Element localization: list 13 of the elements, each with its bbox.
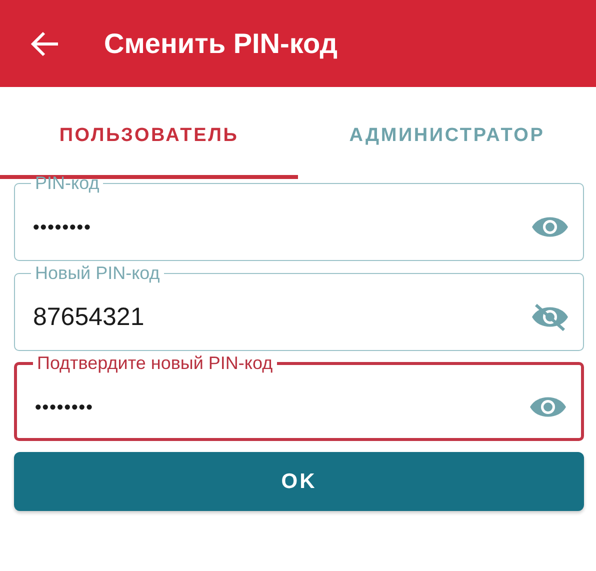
- back-button[interactable]: [30, 30, 60, 56]
- field-label: Новый PIN-код: [34, 263, 161, 284]
- visibility-toggle[interactable]: [531, 303, 569, 331]
- back-arrow-icon: [30, 30, 60, 56]
- field-value: ••••••••: [33, 216, 92, 238]
- ok-button[interactable]: OK: [14, 452, 584, 511]
- eye-slash-icon: [531, 303, 569, 331]
- field-value: 87654321: [33, 302, 144, 332]
- screen-title: Сменить PIN-код: [104, 28, 338, 60]
- field-value: ••••••••: [35, 396, 94, 418]
- pin-field[interactable]: Новый PIN-код 87654321: [14, 263, 584, 351]
- field-label: Подтвердите новый PIN-код: [36, 353, 274, 374]
- pin-field[interactable]: Подтвердите новый PIN-код ••••••••: [14, 353, 584, 441]
